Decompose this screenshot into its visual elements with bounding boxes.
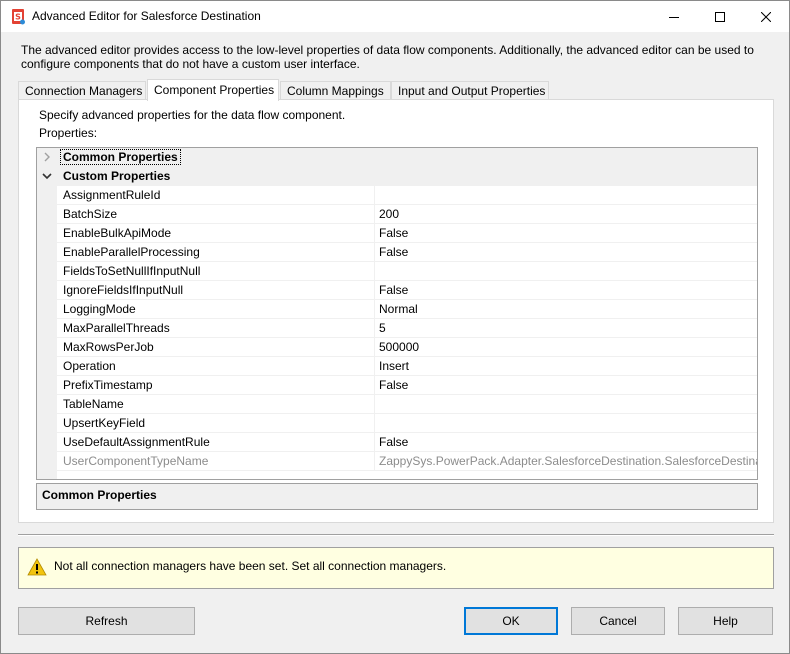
property-value[interactable]: False (379, 281, 757, 299)
panel-hint: Specify advanced properties for the data… (39, 108, 346, 122)
property-name: UseDefaultAssignmentRule (57, 433, 375, 451)
dialog-window: S Advanced Editor for Salesforce Destina… (0, 0, 790, 654)
cancel-button[interactable]: Cancel (571, 607, 665, 635)
category-custom-properties[interactable]: Custom Properties (37, 167, 757, 186)
window-title: Advanced Editor for Salesforce Destinati… (32, 9, 261, 23)
property-row[interactable]: PrefixTimestamp False (57, 376, 757, 395)
warning-text: Not all connection managers have been se… (54, 559, 447, 573)
property-description-box: Common Properties (36, 483, 758, 510)
property-row[interactable]: Operation Insert (57, 357, 757, 376)
chevron-right-icon[interactable] (41, 151, 53, 163)
property-description-title: Common Properties (42, 488, 157, 502)
property-name: AssignmentRuleId (57, 186, 375, 204)
property-value[interactable]: False (379, 433, 757, 451)
maximize-button[interactable] (697, 1, 743, 32)
minimize-button[interactable] (651, 1, 697, 32)
property-row[interactable]: MaxParallelThreads 5 (57, 319, 757, 338)
property-row[interactable]: UseDefaultAssignmentRule False (57, 433, 757, 452)
property-row[interactable]: TableName (57, 395, 757, 414)
category-label: Common Properties (60, 149, 181, 165)
property-row[interactable]: EnableBulkApiMode False (57, 224, 757, 243)
property-row[interactable]: FieldsToSetNullIfInputNull (57, 262, 757, 281)
property-row[interactable]: IgnoreFieldsIfInputNull False (57, 281, 757, 300)
property-row[interactable]: AssignmentRuleId (57, 186, 757, 205)
property-row[interactable]: LoggingMode Normal (57, 300, 757, 319)
property-name: Operation (57, 357, 375, 375)
chevron-down-icon[interactable] (41, 170, 53, 182)
maximize-icon (715, 11, 725, 22)
property-value[interactable]: Insert (379, 357, 757, 375)
properties-label: Properties: (39, 126, 98, 140)
minimize-icon (669, 16, 679, 18)
property-name: PrefixTimestamp (57, 376, 375, 394)
property-name: TableName (57, 395, 375, 413)
property-name: EnableParallelProcessing (57, 243, 375, 261)
property-name: IgnoreFieldsIfInputNull (57, 281, 375, 299)
property-name: BatchSize (57, 205, 375, 223)
salesforce-app-icon: S (12, 9, 25, 25)
property-value[interactable]: 500000 (379, 338, 757, 356)
property-value[interactable] (379, 414, 757, 432)
title-bar: S Advanced Editor for Salesforce Destina… (1, 1, 789, 32)
warning-bar: Not all connection managers have been se… (18, 547, 774, 589)
property-row[interactable]: UserComponentTypeName ZappySys.PowerPack… (57, 452, 757, 471)
warning-icon (27, 558, 47, 576)
property-value[interactable] (379, 395, 757, 413)
svg-text:S: S (15, 13, 21, 22)
property-row[interactable]: MaxRowsPerJob 500000 (57, 338, 757, 357)
help-button[interactable]: Help (678, 607, 773, 635)
property-value[interactable]: Normal (379, 300, 757, 318)
property-name: UserComponentTypeName (57, 452, 375, 470)
tab-connection-managers[interactable]: Connection Managers (18, 81, 146, 100)
property-name: FieldsToSetNullIfInputNull (57, 262, 375, 280)
property-value[interactable]: False (379, 376, 757, 394)
refresh-button[interactable]: Refresh (18, 607, 195, 635)
component-properties-panel: Specify advanced properties for the data… (18, 99, 774, 523)
tab-component-properties[interactable]: Component Properties (147, 79, 279, 101)
property-value[interactable]: 5 (379, 319, 757, 337)
property-value: ZappySys.PowerPack.Adapter.SalesforceDes… (379, 454, 757, 468)
close-button[interactable] (743, 1, 789, 32)
property-value[interactable] (379, 186, 757, 204)
property-name: EnableBulkApiMode (57, 224, 375, 242)
property-name: UpsertKeyField (57, 414, 375, 432)
tab-input-output-properties[interactable]: Input and Output Properties (391, 81, 549, 100)
property-row[interactable]: UpsertKeyField (57, 414, 757, 433)
property-value[interactable]: False (379, 224, 757, 242)
tab-column-mappings[interactable]: Column Mappings (280, 81, 391, 100)
separator-line (18, 534, 774, 536)
category-common-properties[interactable]: Common Properties (37, 148, 757, 167)
property-value[interactable]: 200 (379, 205, 757, 223)
property-name: MaxParallelThreads (57, 319, 375, 337)
property-name: LoggingMode (57, 300, 375, 318)
property-value[interactable] (379, 262, 757, 280)
editor-description: The advanced editor provides access to t… (21, 43, 754, 71)
category-label: Custom Properties (63, 169, 171, 183)
ok-button[interactable]: OK (464, 607, 558, 635)
property-name: MaxRowsPerJob (57, 338, 375, 356)
property-row[interactable]: EnableParallelProcessing False (57, 243, 757, 262)
property-value[interactable]: False (379, 243, 757, 261)
close-icon (761, 11, 771, 22)
grid-gutter (37, 148, 57, 479)
property-grid: Common Properties Custom Properties Assi… (36, 147, 758, 480)
property-row[interactable]: BatchSize 200 (57, 205, 757, 224)
